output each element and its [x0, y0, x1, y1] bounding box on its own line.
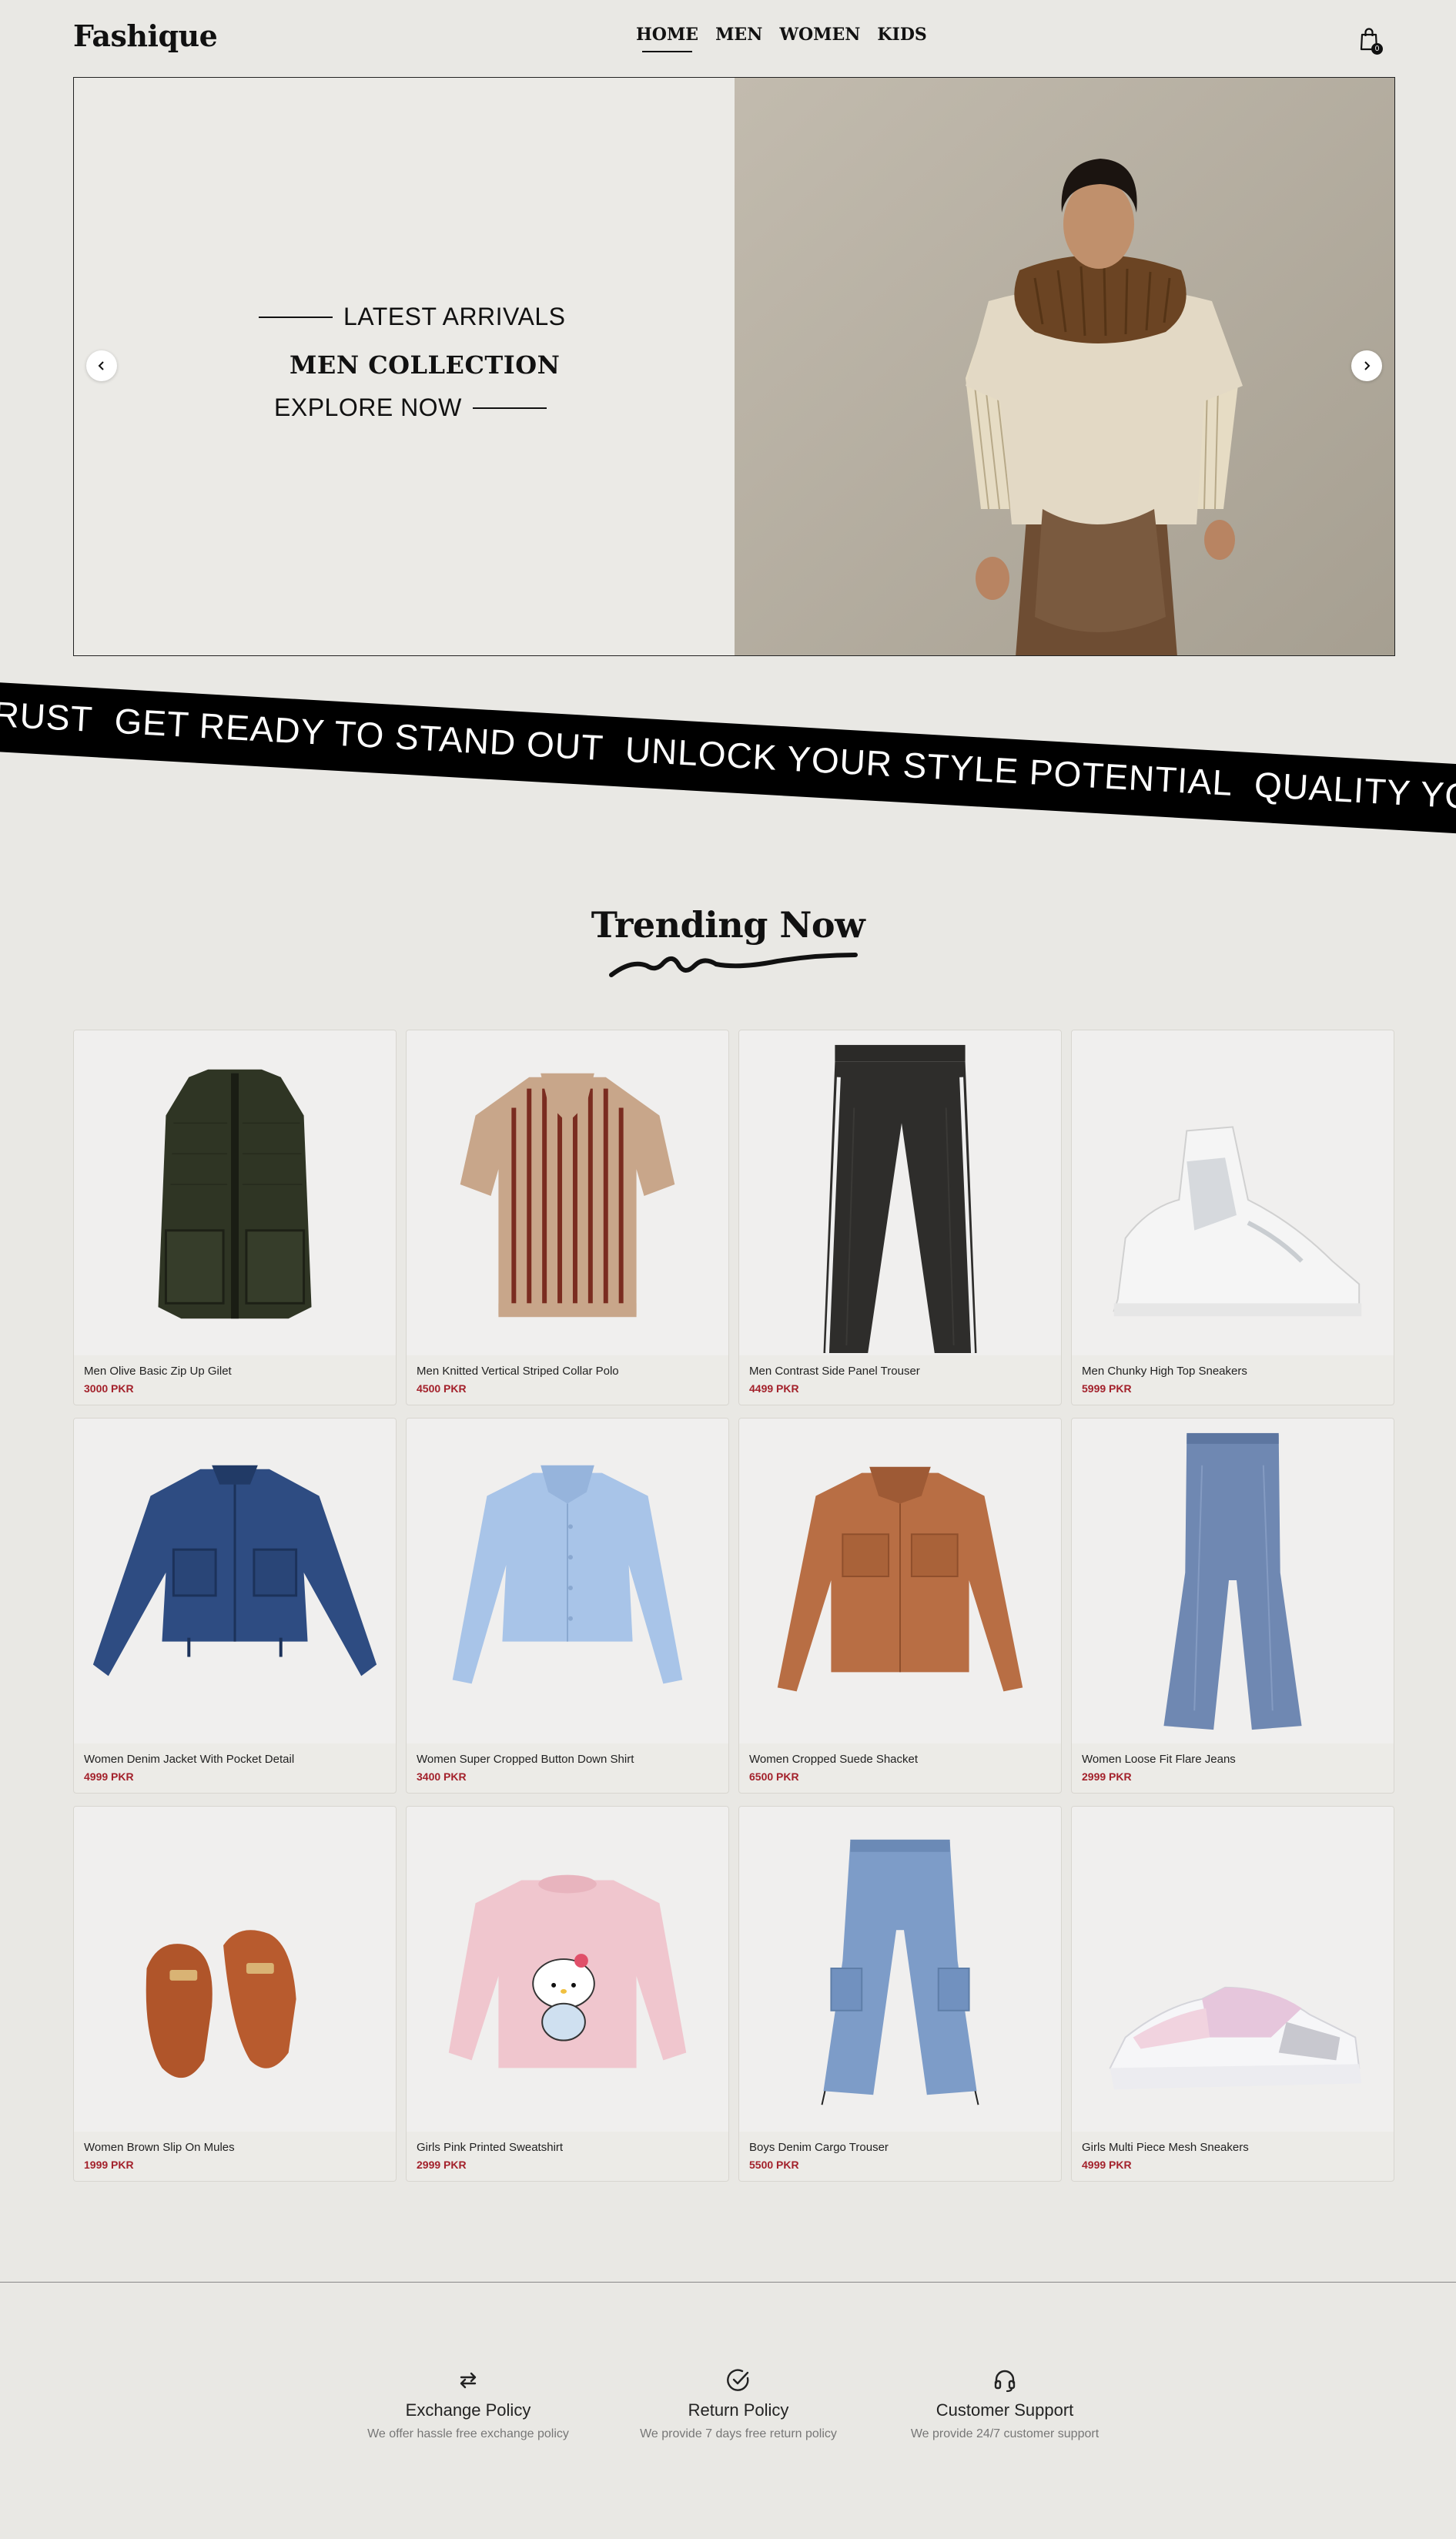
- product-grid: Men Olive Basic Zip Up Gilet 3000 PKR Me…: [73, 1030, 1395, 2182]
- product-card[interactable]: Girls Pink Printed Sweatshirt 2999 PKR: [406, 1806, 729, 2182]
- product-image: [407, 1030, 728, 1355]
- product-card[interactable]: Women Brown Slip On Mules 1999 PKR: [73, 1806, 397, 2182]
- product-price: 2999 PKR: [1082, 1770, 1132, 1783]
- hero-explore-link[interactable]: EXPLORE NOW: [274, 394, 547, 422]
- feature-description: We offer hassle free exchange policy: [367, 2427, 569, 2440]
- hero-text-panel: LATEST ARRIVALS MEN COLLECTION EXPLORE N…: [74, 78, 735, 655]
- cart-count-badge: 0: [1371, 43, 1383, 55]
- feature-return: Return Policy We provide 7 days free ret…: [615, 2367, 862, 2441]
- product-name: Boys Denim Cargo Trouser: [749, 2141, 889, 2154]
- product-price: 2999 PKR: [417, 2159, 467, 2171]
- product-price: 4999 PKR: [84, 1770, 134, 1783]
- product-image: [739, 1030, 1061, 1355]
- product-name: Women Denim Jacket With Pocket Detail: [84, 1753, 295, 1766]
- footer-divider: [0, 2282, 1456, 2283]
- site-header: Fashique HOME MEN WOMEN KIDS 0: [0, 0, 1456, 77]
- hero-banner: LATEST ARRIVALS MEN COLLECTION EXPLORE N…: [73, 77, 1395, 656]
- product-image: [74, 1419, 396, 1743]
- check-circle-icon: [727, 2369, 749, 2391]
- product-card[interactable]: Men Contrast Side Panel Trouser 4499 PKR: [738, 1030, 1062, 1405]
- main-nav: HOME MEN WOMEN KIDS: [636, 25, 927, 52]
- product-name: Girls Multi Piece Mesh Sneakers: [1082, 2141, 1249, 2154]
- product-image: [74, 1030, 396, 1355]
- product-price: 4999 PKR: [1082, 2159, 1132, 2171]
- feature-exchange: Exchange Policy We offer hassle free exc…: [345, 2367, 591, 2441]
- product-price: 3400 PKR: [417, 1770, 467, 1783]
- product-price: 5999 PKR: [1082, 1382, 1132, 1395]
- headphones-icon: [994, 2370, 1016, 2393]
- product-name: Women Super Cropped Button Down Shirt: [417, 1753, 634, 1766]
- hero-line1: LATEST ARRIVALS: [343, 303, 566, 330]
- product-price: 5500 PKR: [749, 2159, 799, 2171]
- chevron-left-icon: [98, 361, 104, 370]
- product-image: [1072, 1419, 1394, 1743]
- product-card[interactable]: Girls Multi Piece Mesh Sneakers 4999 PKR: [1071, 1806, 1394, 2182]
- marquee-text: RUST GET READY TO STAND OUT UNLOCK YOUR …: [0, 693, 1456, 821]
- exchange-arrows-icon: [460, 2372, 477, 2389]
- product-card[interactable]: Boys Denim Cargo Trouser 5500 PKR: [738, 1806, 1062, 2182]
- hero-latest-arrivals: LATEST ARRIVALS: [259, 303, 566, 331]
- product-card[interactable]: Men Chunky High Top Sneakers 5999 PKR: [1071, 1030, 1394, 1405]
- chevron-right-icon: [1364, 361, 1371, 370]
- title-underline-squiggle: [609, 953, 858, 977]
- product-card[interactable]: Women Cropped Suede Shacket 6500 PKR: [738, 1418, 1062, 1794]
- product-name: Men Contrast Side Panel Trouser: [749, 1365, 920, 1378]
- product-name: Women Brown Slip On Mules: [84, 2141, 235, 2154]
- product-card[interactable]: Women Denim Jacket With Pocket Detail 49…: [73, 1418, 397, 1794]
- product-image: [74, 1807, 396, 2132]
- product-card[interactable]: Men Knitted Vertical Striped Collar Polo…: [406, 1030, 729, 1405]
- feature-title: Customer Support: [936, 2400, 1074, 2420]
- hero-collection-title: MEN COLLECTION: [290, 350, 561, 380]
- product-image: [739, 1419, 1061, 1743]
- feature-description: We provide 7 days free return policy: [640, 2427, 837, 2440]
- product-price: 1999 PKR: [84, 2159, 134, 2171]
- nav-men[interactable]: MEN: [715, 25, 762, 45]
- site-logo[interactable]: Fashique: [73, 18, 218, 53]
- hero-prev-button[interactable]: [86, 350, 117, 381]
- feature-description: We provide 24/7 customer support: [910, 2427, 1100, 2440]
- product-card[interactable]: Men Olive Basic Zip Up Gilet 3000 PKR: [73, 1030, 397, 1405]
- marquee-phrase: UNLOCK YOUR STYLE POTENTIAL: [624, 729, 1234, 803]
- product-price: 3000 PKR: [84, 1382, 134, 1395]
- hero-rule-left: [259, 316, 333, 318]
- product-image: [407, 1807, 728, 2132]
- feature-title: Return Policy: [688, 2400, 789, 2420]
- product-name: Men Knitted Vertical Striped Collar Polo: [417, 1365, 619, 1378]
- nav-home[interactable]: HOME: [636, 25, 698, 52]
- product-name: Women Loose Fit Flare Jeans: [1082, 1753, 1236, 1766]
- nav-women[interactable]: WOMEN: [779, 25, 860, 45]
- nav-kids[interactable]: KIDS: [877, 25, 926, 45]
- product-price: 4500 PKR: [417, 1382, 467, 1395]
- product-card[interactable]: Women Super Cropped Button Down Shirt 34…: [406, 1418, 729, 1794]
- product-image: [1072, 1030, 1394, 1355]
- product-image: [739, 1807, 1061, 2132]
- marquee-phrase: GET READY TO STAND OUT: [113, 700, 605, 769]
- marquee-phrase: QUALITY YOU C: [1253, 764, 1456, 819]
- cart-button[interactable]: 0: [1358, 26, 1383, 55]
- product-name: Men Olive Basic Zip Up Gilet: [84, 1365, 232, 1378]
- marquee-phrase: RUST: [0, 693, 95, 740]
- hero-model-illustration: [735, 78, 1394, 655]
- hero-line3: EXPLORE NOW: [274, 394, 462, 421]
- product-name: Men Chunky High Top Sneakers: [1082, 1365, 1247, 1378]
- hero-next-button[interactable]: [1351, 350, 1382, 381]
- feature-title: Exchange Policy: [405, 2400, 531, 2420]
- product-price: 6500 PKR: [749, 1770, 799, 1783]
- product-price: 4499 PKR: [749, 1382, 799, 1395]
- product-image: [1072, 1807, 1394, 2132]
- hero-rule-right: [472, 407, 547, 409]
- marquee-banner: RUST GET READY TO STAND OUT UNLOCK YOUR …: [0, 681, 1456, 836]
- product-image: [407, 1419, 728, 1743]
- hero-model-image: [735, 78, 1394, 655]
- trending-title: Trending Now: [591, 904, 865, 946]
- product-card[interactable]: Women Loose Fit Flare Jeans 2999 PKR: [1071, 1418, 1394, 1794]
- product-name: Girls Pink Printed Sweatshirt: [417, 2141, 564, 2154]
- feature-support: Customer Support We provide 24/7 custome…: [882, 2367, 1128, 2441]
- product-name: Women Cropped Suede Shacket: [749, 1753, 919, 1766]
